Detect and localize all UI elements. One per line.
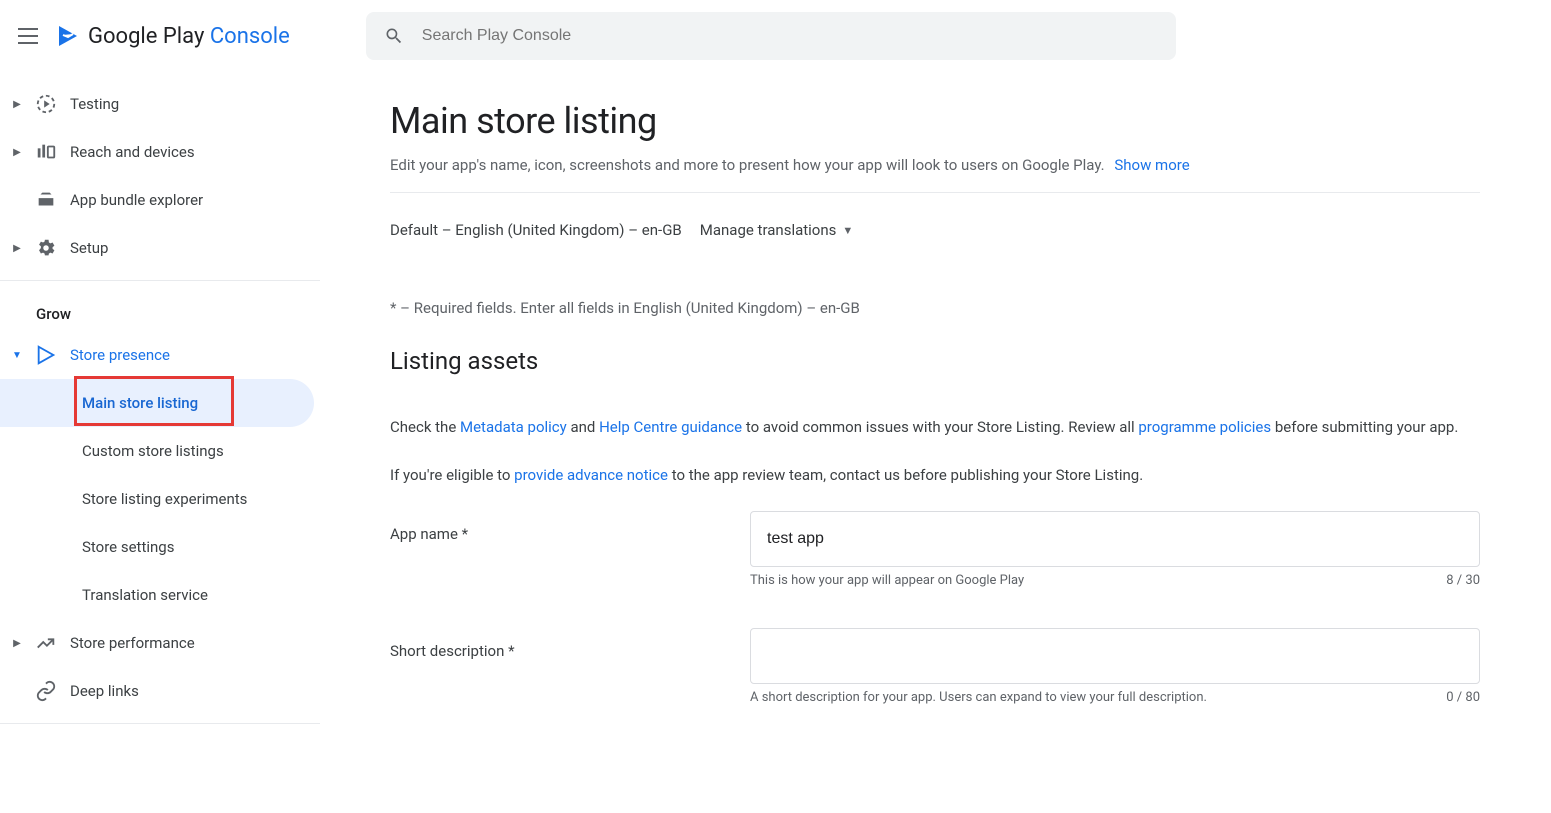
short-desc-counter: 0 / 80: [1446, 690, 1480, 705]
sidebar-item-testing[interactable]: ▶ Testing: [0, 80, 320, 128]
brand-play: Google Play: [88, 24, 204, 49]
sidebar-label: Deep links: [70, 682, 139, 700]
sidebar-item-setup[interactable]: ▶ Setup: [0, 224, 320, 272]
form-row-short-desc: Short description * A short description …: [390, 628, 1480, 705]
sidebar-label: App bundle explorer: [70, 191, 203, 209]
link-icon: [34, 679, 58, 703]
app-name-counter: 8 / 30: [1446, 573, 1480, 588]
advance-notice-link[interactable]: provide advance notice: [514, 466, 668, 484]
sidebar-label: Setup: [70, 239, 108, 257]
sidebar-heading-grow: Grow: [0, 289, 320, 331]
chevron-down-icon: ▼: [12, 350, 22, 361]
sidebar-label: Reach and devices: [70, 143, 195, 161]
sidebar-item-reach[interactable]: ▶ Reach and devices: [0, 128, 320, 176]
sidebar-item-store-presence[interactable]: ▼ Store presence: [0, 331, 320, 379]
sidebar-sublabel: Translation service: [82, 586, 208, 604]
sidebar-item-deep-links[interactable]: Deep links: [0, 667, 320, 715]
page-title: Main store listing: [390, 100, 1480, 142]
chevron-down-icon: ▼: [842, 224, 853, 237]
sidebar-item-bundle[interactable]: App bundle explorer: [0, 176, 320, 224]
chevron-right-icon: ▶: [12, 638, 22, 649]
help-centre-link[interactable]: Help Centre guidance: [599, 418, 742, 436]
search-bar[interactable]: [366, 12, 1176, 60]
app-name-label: App name *: [390, 511, 750, 543]
short-desc-input[interactable]: [750, 628, 1480, 684]
play-logo-icon: [56, 24, 80, 48]
divider: [390, 192, 1480, 193]
sidebar-sublabel: Custom store listings: [82, 442, 224, 460]
sidebar-sublabel: Main store listing: [82, 394, 198, 412]
main-content: Main store listing Edit your app's name,…: [320, 72, 1520, 785]
manage-translations-dropdown[interactable]: Manage translations ▼: [700, 221, 854, 239]
logo[interactable]: Google Play Console: [56, 24, 290, 49]
language-label: Default – English (United Kingdom) – en-…: [390, 221, 682, 239]
sidebar-subitem-custom-listings[interactable]: Custom store listings: [0, 427, 314, 475]
short-desc-helper: A short description for your app. Users …: [750, 690, 1207, 705]
bundle-icon: [34, 188, 58, 212]
divider: [0, 723, 320, 724]
sidebar-label: Testing: [70, 95, 119, 113]
gear-icon: [34, 236, 58, 260]
sidebar-label: Store performance: [70, 634, 195, 652]
chevron-right-icon: ▶: [12, 243, 22, 254]
policy-text: Check the Metadata policy and Help Centr…: [390, 415, 1480, 439]
sidebar-sublabel: Store listing experiments: [82, 490, 247, 508]
sidebar-subitem-main-listing[interactable]: Main store listing: [0, 379, 314, 427]
section-title: Listing assets: [390, 347, 1480, 375]
show-more-link[interactable]: Show more: [1114, 156, 1189, 174]
form-row-app-name: App name * This is how your app will app…: [390, 511, 1480, 588]
sidebar-item-store-performance[interactable]: ▶ Store performance: [0, 619, 320, 667]
short-desc-label: Short description *: [390, 628, 750, 660]
devices-icon: [34, 140, 58, 164]
sidebar-subitem-experiments[interactable]: Store listing experiments: [0, 475, 314, 523]
sidebar-subitem-translation[interactable]: Translation service: [0, 571, 314, 619]
advance-notice-text: If you're eligible to provide advance no…: [390, 463, 1480, 487]
metadata-policy-link[interactable]: Metadata policy: [460, 418, 567, 436]
app-name-input[interactable]: [750, 511, 1480, 567]
chevron-right-icon: ▶: [12, 99, 22, 110]
sidebar-sublabel: Store settings: [82, 538, 174, 556]
search-icon: [384, 26, 404, 46]
menu-icon[interactable]: [16, 24, 40, 48]
page-subtitle: Edit your app's name, icon, screenshots …: [390, 156, 1480, 174]
testing-icon: [34, 92, 58, 116]
store-icon: [34, 343, 58, 367]
app-name-helper: This is how your app will appear on Goog…: [750, 573, 1024, 588]
sidebar-subitem-store-settings[interactable]: Store settings: [0, 523, 314, 571]
sidebar-label: Store presence: [70, 346, 170, 364]
divider: [0, 280, 320, 281]
search-input[interactable]: [422, 27, 1158, 45]
brand-console: Console: [210, 24, 290, 49]
sidebar: ▶ Testing ▶ Reach and devices App bundle…: [0, 72, 320, 785]
header: Google Play Console: [0, 0, 1551, 72]
chevron-right-icon: ▶: [12, 147, 22, 158]
required-note: * – Required fields. Enter all fields in…: [390, 299, 1480, 317]
programme-policies-link[interactable]: programme policies: [1138, 418, 1271, 436]
trend-icon: [34, 631, 58, 655]
